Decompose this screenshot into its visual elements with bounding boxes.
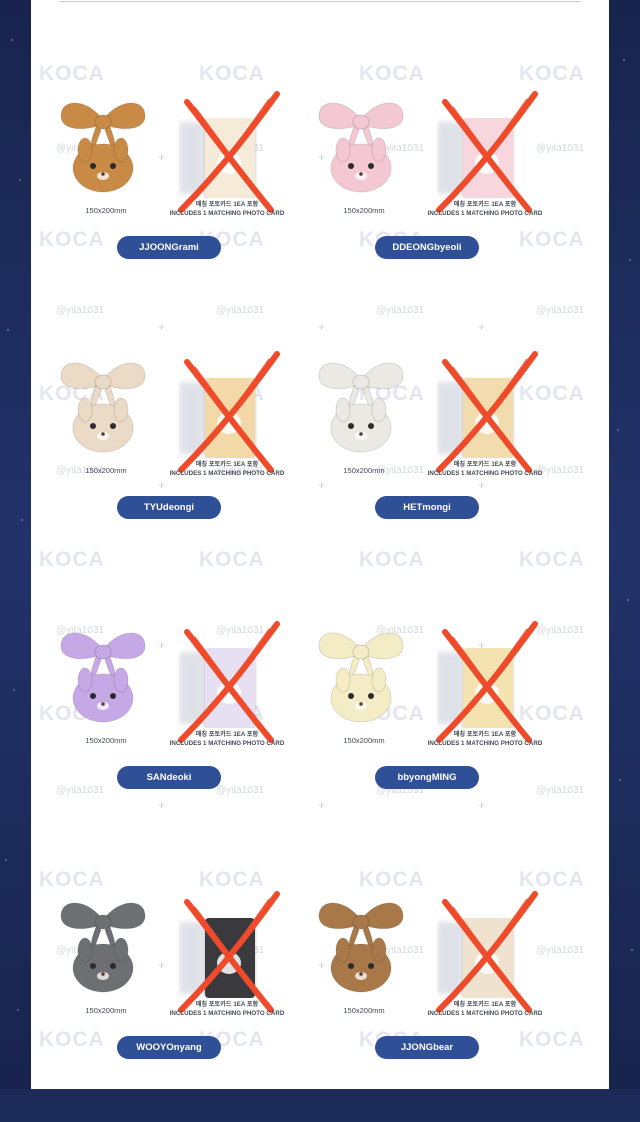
includes-note-korean: 매칭 포토카드 1EA 포함 xyxy=(195,731,259,738)
includes-photo-card-note: 매칭 포토카드 1EA 포함 INCLUDES 1 MATCHING PHOTO… xyxy=(161,200,293,218)
includes-note-english: INCLUDES 1 MATCHING PHOTO CARD xyxy=(427,740,543,747)
size-label: 150x200mm xyxy=(343,206,385,215)
includes-note-korean: 매칭 포토카드 1EA 포함 xyxy=(195,1001,259,1008)
includes-note-korean: 매칭 포토카드 1EA 포함 xyxy=(453,731,517,738)
product-name-button[interactable]: HETmongi xyxy=(375,496,479,519)
product-card-sandeoki[interactable]: 150x200mm 매칭 포토카드 1EA 포함 INCLUDES 1 MATC… xyxy=(31,612,311,852)
includes-note-english: INCLUDES 1 MATCHING PHOTO CARD xyxy=(427,470,543,477)
size-label: 150x200mm xyxy=(85,466,127,475)
includes-photo-card-note: 매칭 포토카드 1EA 포함 INCLUDES 1 MATCHING PHOTO… xyxy=(419,200,551,218)
includes-photo-card-note: 매칭 포토카드 1EA 포함 INCLUDES 1 MATCHING PHOTO… xyxy=(419,460,551,478)
product-card-tyudeongi[interactable]: 150x200mm 매칭 포토카드 1EA 포함 INCLUDES 1 MATC… xyxy=(31,342,311,582)
product-card-hetmongi[interactable]: 150x200mm 매칭 포토카드 1EA 포함 INCLUDES 1 MATC… xyxy=(289,342,569,582)
product-name-button[interactable]: DDEONGbyeoli xyxy=(375,236,479,259)
plush-keyring-image xyxy=(60,632,146,723)
product-name-button[interactable]: JJOONGrami xyxy=(117,236,221,259)
product-card-bbyongming[interactable]: 150x200mm 매칭 포토카드 1EA 포함 INCLUDES 1 MATC… xyxy=(289,612,569,852)
grid-plus-mark: + xyxy=(318,320,326,334)
product-name-button[interactable]: TYUdeongi xyxy=(117,496,221,519)
size-label: 150x200mm xyxy=(343,736,385,745)
product-name-button[interactable]: JJONGbear xyxy=(375,1036,479,1059)
product-card-wooyonyang[interactable]: 150x200mm 매칭 포토카드 1EA 포함 INCLUDES 1 MATC… xyxy=(31,882,311,1122)
grid-plus-mark: + xyxy=(158,320,166,334)
includes-note-english: INCLUDES 1 MATCHING PHOTO CARD xyxy=(427,1010,543,1017)
includes-note-english: INCLUDES 1 MATCHING PHOTO CARD xyxy=(427,210,543,217)
product-name-button[interactable]: bbyongMING xyxy=(375,766,479,789)
plush-keyring-image xyxy=(60,362,146,453)
includes-note-korean: 매칭 포토카드 1EA 포함 xyxy=(453,461,517,468)
includes-note-english: INCLUDES 1 MATCHING PHOTO CARD xyxy=(169,1010,285,1017)
includes-note-english: INCLUDES 1 MATCHING PHOTO CARD xyxy=(169,470,285,477)
plush-keyring-image xyxy=(318,362,404,453)
product-card-ddeongbyeoli[interactable]: 150x200mm 매칭 포토카드 1EA 포함 INCLUDES 1 MATC… xyxy=(289,82,569,322)
includes-photo-card-note: 매칭 포토카드 1EA 포함 INCLUDES 1 MATCHING PHOTO… xyxy=(161,730,293,748)
product-card-jjoongrami[interactable]: 150x200mm 매칭 포토카드 1EA 포함 INCLUDES 1 MATC… xyxy=(31,82,311,322)
includes-note-korean: 매칭 포토카드 1EA 포함 xyxy=(195,461,259,468)
product-panel: KOCA KOCA KOCA KOCA KOCA KOCA KOCA KOCA KOCA KOCA… xyxy=(31,0,609,1089)
product-name-button[interactable]: WOOYOnyang xyxy=(117,1036,221,1059)
includes-note-english: INCLUDES 1 MATCHING PHOTO CARD xyxy=(169,740,285,747)
includes-note-korean: 매칭 포토카드 1EA 포함 xyxy=(453,1001,517,1008)
size-label: 150x200mm xyxy=(85,1006,127,1015)
size-label: 150x200mm xyxy=(85,206,127,215)
size-label: 150x200mm xyxy=(85,736,127,745)
plush-keyring-image xyxy=(318,632,404,723)
grid-plus-mark: + xyxy=(478,320,486,334)
plush-keyring-image xyxy=(318,102,404,193)
includes-note-korean: 매칭 포토카드 1EA 포함 xyxy=(195,201,259,208)
plush-keyring-image xyxy=(60,902,146,993)
product-name-button[interactable]: SANdeoki xyxy=(117,766,221,789)
includes-note-korean: 매칭 포토카드 1EA 포함 xyxy=(453,201,517,208)
includes-photo-card-note: 매칭 포토카드 1EA 포함 INCLUDES 1 MATCHING PHOTO… xyxy=(161,1000,293,1018)
divider xyxy=(59,1,581,2)
product-card-jjongbear[interactable]: 150x200mm 매칭 포토카드 1EA 포함 INCLUDES 1 MATC… xyxy=(289,882,569,1122)
includes-note-english: INCLUDES 1 MATCHING PHOTO CARD xyxy=(169,210,285,217)
plush-keyring-image xyxy=(60,102,146,193)
includes-photo-card-note: 매칭 포토카드 1EA 포함 INCLUDES 1 MATCHING PHOTO… xyxy=(161,460,293,478)
plush-keyring-image xyxy=(318,902,404,993)
includes-photo-card-note: 매칭 포토카드 1EA 포함 INCLUDES 1 MATCHING PHOTO… xyxy=(419,1000,551,1018)
size-label: 150x200mm xyxy=(343,466,385,475)
includes-photo-card-note: 매칭 포토카드 1EA 포함 INCLUDES 1 MATCHING PHOTO… xyxy=(419,730,551,748)
size-label: 150x200mm xyxy=(343,1006,385,1015)
